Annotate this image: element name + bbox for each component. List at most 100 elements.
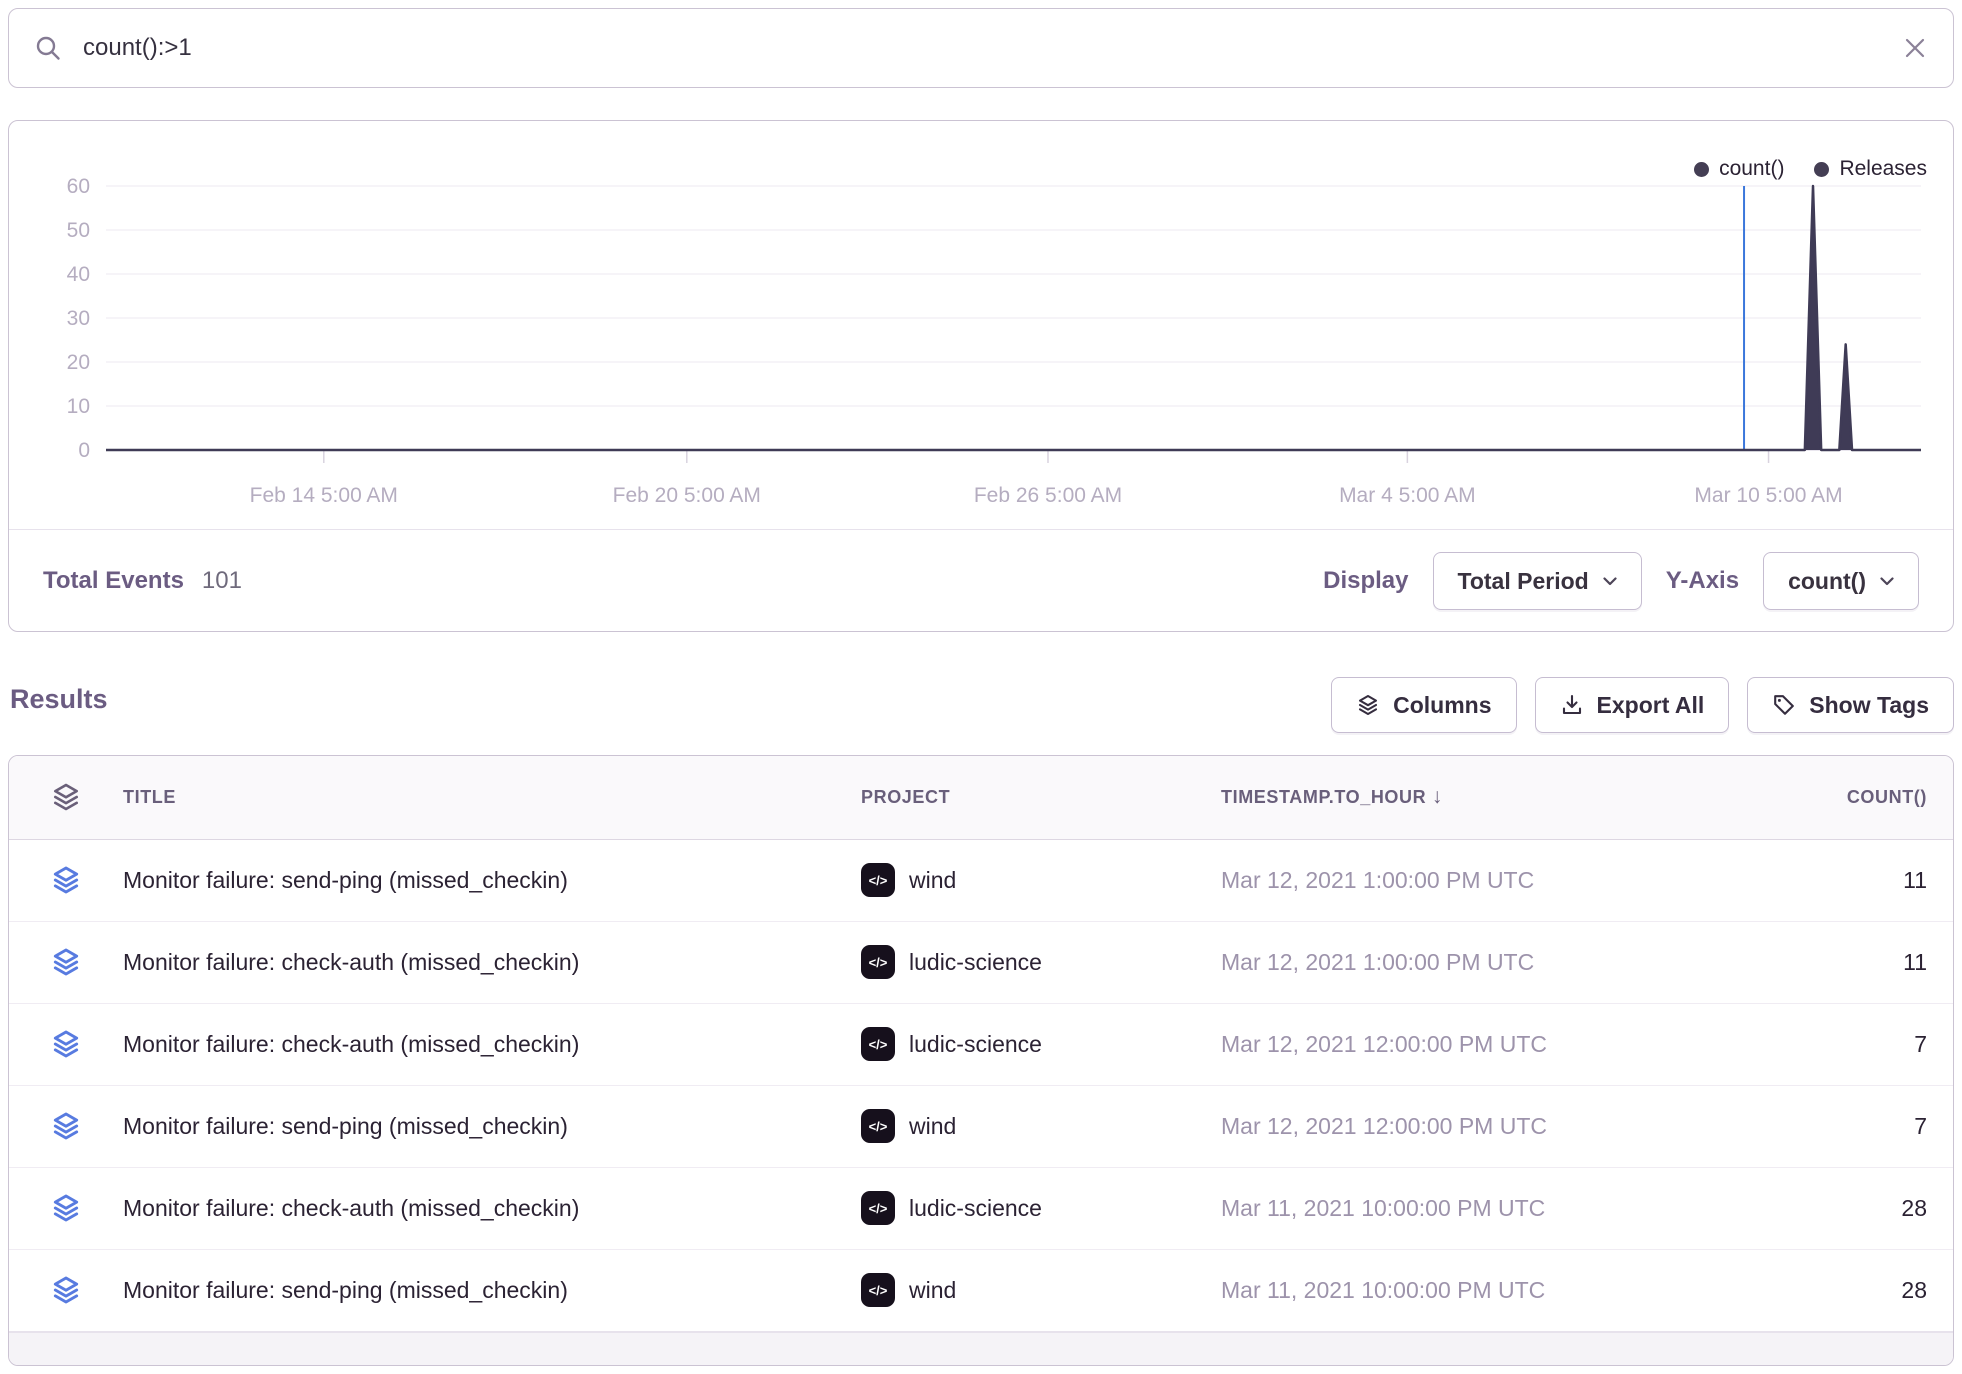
row-timestamp: Mar 12, 2021 1:00:00 PM UTC	[1221, 867, 1661, 894]
svg-text:0: 0	[78, 439, 90, 462]
project-name: wind	[909, 1113, 956, 1140]
row-timestamp: Mar 12, 2021 12:00:00 PM UTC	[1221, 1113, 1661, 1140]
project-name: ludic-science	[909, 1195, 1042, 1222]
row-count: 7	[1661, 1031, 1953, 1058]
table-row: Monitor failure: check-auth (missed_chec…	[9, 1004, 1953, 1086]
row-timestamp: Mar 12, 2021 1:00:00 PM UTC	[1221, 949, 1661, 976]
project-badge-icon: </>	[861, 863, 895, 897]
header-project[interactable]: PROJECT	[861, 787, 1221, 808]
download-icon	[1560, 693, 1584, 717]
stack-icon[interactable]	[50, 1274, 82, 1306]
discover-page: 0102030405060Feb 14 5:00 AMFeb 20 5:00 A…	[0, 0, 1962, 1374]
row-timestamp: Mar 12, 2021 12:00:00 PM UTC	[1221, 1031, 1661, 1058]
row-count: 28	[1661, 1195, 1953, 1222]
yaxis-label: Y-Axis	[1666, 567, 1739, 595]
header-count[interactable]: COUNT()	[1661, 787, 1953, 808]
row-title-link[interactable]: Monitor failure: send-ping (missed_check…	[123, 1277, 861, 1304]
table-row: Monitor failure: send-ping (missed_check…	[9, 840, 1953, 922]
svg-text:30: 30	[67, 307, 90, 330]
row-project: </> wind	[861, 1273, 1221, 1307]
total-events-label: Total Events	[43, 567, 184, 595]
svg-text:Feb 26 5:00 AM: Feb 26 5:00 AM	[974, 484, 1122, 507]
display-label: Display	[1323, 567, 1408, 595]
stack-icon[interactable]	[50, 946, 82, 978]
legend-label: Releases	[1839, 157, 1927, 181]
project-badge-icon: </>	[861, 1273, 895, 1307]
tag-icon	[1772, 693, 1796, 717]
chart-footer: Total Events 101 Display Total Period Y-…	[9, 529, 1953, 632]
row-title-link[interactable]: Monitor failure: check-auth (missed_chec…	[123, 1195, 861, 1222]
legend-label: count()	[1719, 157, 1784, 181]
svg-text:Feb 20 5:00 AM: Feb 20 5:00 AM	[613, 484, 761, 507]
svg-text:Feb 14 5:00 AM: Feb 14 5:00 AM	[250, 484, 398, 507]
svg-text:40: 40	[67, 263, 90, 286]
chevron-down-icon	[1880, 577, 1894, 586]
row-project: </> wind	[861, 1109, 1221, 1143]
header-timestamp[interactable]: TIMESTAMP.TO_HOUR ↓	[1221, 785, 1661, 809]
legend-item-count[interactable]: count()	[1694, 157, 1784, 181]
row-title-link[interactable]: Monitor failure: send-ping (missed_check…	[123, 1113, 861, 1140]
row-project: </> wind	[861, 863, 1221, 897]
stack-icon[interactable]	[50, 1192, 82, 1224]
table-footer	[9, 1332, 1953, 1365]
table-row: Monitor failure: send-ping (missed_check…	[9, 1086, 1953, 1168]
display-dropdown-value: Total Period	[1458, 568, 1589, 595]
table-row: Monitor failure: check-auth (missed_chec…	[9, 1168, 1953, 1250]
results-table: TITLE PROJECT TIMESTAMP.TO_HOUR ↓ COUNT(…	[8, 755, 1954, 1366]
legend-dot-icon	[1814, 162, 1829, 177]
project-badge-icon: </>	[861, 1109, 895, 1143]
row-project: </> ludic-science	[861, 1027, 1221, 1061]
clear-search-icon[interactable]	[1903, 36, 1927, 60]
row-timestamp: Mar 11, 2021 10:00:00 PM UTC	[1221, 1277, 1661, 1304]
project-badge-icon: </>	[861, 1191, 895, 1225]
table-row: Monitor failure: send-ping (missed_check…	[9, 1250, 1953, 1332]
layers-icon	[1356, 693, 1380, 717]
sort-desc-arrow: ↓	[1432, 785, 1443, 808]
columns-button-label: Columns	[1393, 692, 1491, 719]
stack-icon[interactable]	[50, 864, 82, 896]
svg-text:60: 60	[67, 175, 90, 198]
header-title[interactable]: TITLE	[123, 787, 861, 808]
row-count: 7	[1661, 1113, 1953, 1140]
export-all-button[interactable]: Export All	[1535, 677, 1730, 733]
row-project: </> ludic-science	[861, 945, 1221, 979]
svg-text:Mar 10 5:00 AM: Mar 10 5:00 AM	[1694, 484, 1842, 507]
project-name: ludic-science	[909, 949, 1042, 976]
row-count: 11	[1661, 867, 1953, 894]
events-chart-panel: 0102030405060Feb 14 5:00 AMFeb 20 5:00 A…	[8, 120, 1954, 632]
stack-icon[interactable]	[50, 1028, 82, 1060]
stack-icon[interactable]	[50, 781, 82, 813]
results-heading: Results	[10, 684, 108, 715]
total-events-value: 101	[202, 567, 242, 595]
row-project: </> ludic-science	[861, 1191, 1221, 1225]
row-timestamp: Mar 11, 2021 10:00:00 PM UTC	[1221, 1195, 1661, 1222]
columns-button[interactable]: Columns	[1331, 677, 1516, 733]
chevron-down-icon	[1603, 577, 1617, 586]
svg-text:20: 20	[67, 351, 90, 374]
events-chart: 0102030405060Feb 14 5:00 AMFeb 20 5:00 A…	[9, 121, 1955, 527]
svg-text:50: 50	[67, 219, 90, 242]
project-badge-icon: </>	[861, 1027, 895, 1061]
table-body: Monitor failure: send-ping (missed_check…	[9, 840, 1953, 1332]
row-title-link[interactable]: Monitor failure: check-auth (missed_chec…	[123, 1031, 861, 1058]
search-input[interactable]	[83, 34, 1903, 62]
legend-item-releases[interactable]: Releases	[1814, 157, 1927, 181]
show-tags-button-label: Show Tags	[1809, 692, 1929, 719]
export-all-button-label: Export All	[1597, 692, 1705, 719]
row-title-link[interactable]: Monitor failure: send-ping (missed_check…	[123, 867, 861, 894]
project-name: wind	[909, 867, 956, 894]
svg-text:Mar 4 5:00 AM: Mar 4 5:00 AM	[1339, 484, 1476, 507]
chart-legend: count() Releases	[1694, 157, 1927, 181]
project-badge-icon: </>	[861, 945, 895, 979]
results-actions: Columns Export All Show Tags	[1331, 677, 1954, 733]
project-name: ludic-science	[909, 1031, 1042, 1058]
search-bar	[8, 8, 1954, 88]
show-tags-button[interactable]: Show Tags	[1747, 677, 1954, 733]
stack-icon[interactable]	[50, 1110, 82, 1142]
search-icon	[35, 35, 61, 61]
yaxis-dropdown[interactable]: count()	[1763, 552, 1919, 610]
display-dropdown[interactable]: Total Period	[1433, 552, 1642, 610]
table-header-row: TITLE PROJECT TIMESTAMP.TO_HOUR ↓ COUNT(…	[9, 756, 1953, 840]
row-count: 28	[1661, 1277, 1953, 1304]
row-title-link[interactable]: Monitor failure: check-auth (missed_chec…	[123, 949, 861, 976]
